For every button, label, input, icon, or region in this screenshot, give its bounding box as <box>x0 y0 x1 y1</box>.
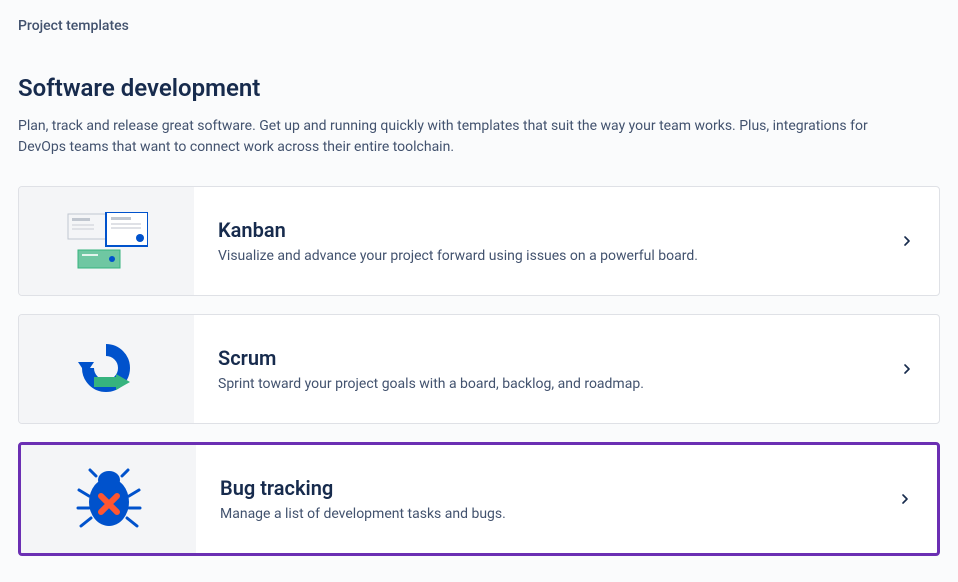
template-card-bug-tracking[interactable]: Bug tracking Manage a list of developmen… <box>18 442 940 556</box>
template-card-kanban[interactable]: Kanban Visualize and advance your projec… <box>18 186 940 296</box>
template-description: Manage a list of development tasks and b… <box>220 506 881 522</box>
template-description: Visualize and advance your project forwa… <box>218 248 883 264</box>
template-title: Kanban <box>218 218 883 242</box>
page-title: Software development <box>18 74 940 102</box>
kanban-icon <box>19 187 194 295</box>
bug-tracking-icon <box>21 445 196 553</box>
chevron-right-icon <box>897 491 913 507</box>
template-list: Kanban Visualize and advance your projec… <box>18 186 940 556</box>
breadcrumb[interactable]: Project templates <box>18 18 940 34</box>
template-description: Sprint toward your project goals with a … <box>218 376 883 392</box>
template-body: Scrum Sprint toward your project goals w… <box>194 315 939 423</box>
template-body: Kanban Visualize and advance your projec… <box>194 187 939 295</box>
template-body: Bug tracking Manage a list of developmen… <box>196 445 937 553</box>
template-card-scrum[interactable]: Scrum Sprint toward your project goals w… <box>18 314 940 424</box>
scrum-icon <box>19 315 194 423</box>
template-title: Bug tracking <box>220 476 881 500</box>
template-text: Kanban Visualize and advance your projec… <box>218 218 883 264</box>
page-description: Plan, track and release great software. … <box>18 116 918 158</box>
template-text: Scrum Sprint toward your project goals w… <box>218 346 883 392</box>
template-title: Scrum <box>218 346 883 370</box>
template-text: Bug tracking Manage a list of developmen… <box>220 476 881 522</box>
chevron-right-icon <box>899 361 915 377</box>
chevron-right-icon <box>899 233 915 249</box>
